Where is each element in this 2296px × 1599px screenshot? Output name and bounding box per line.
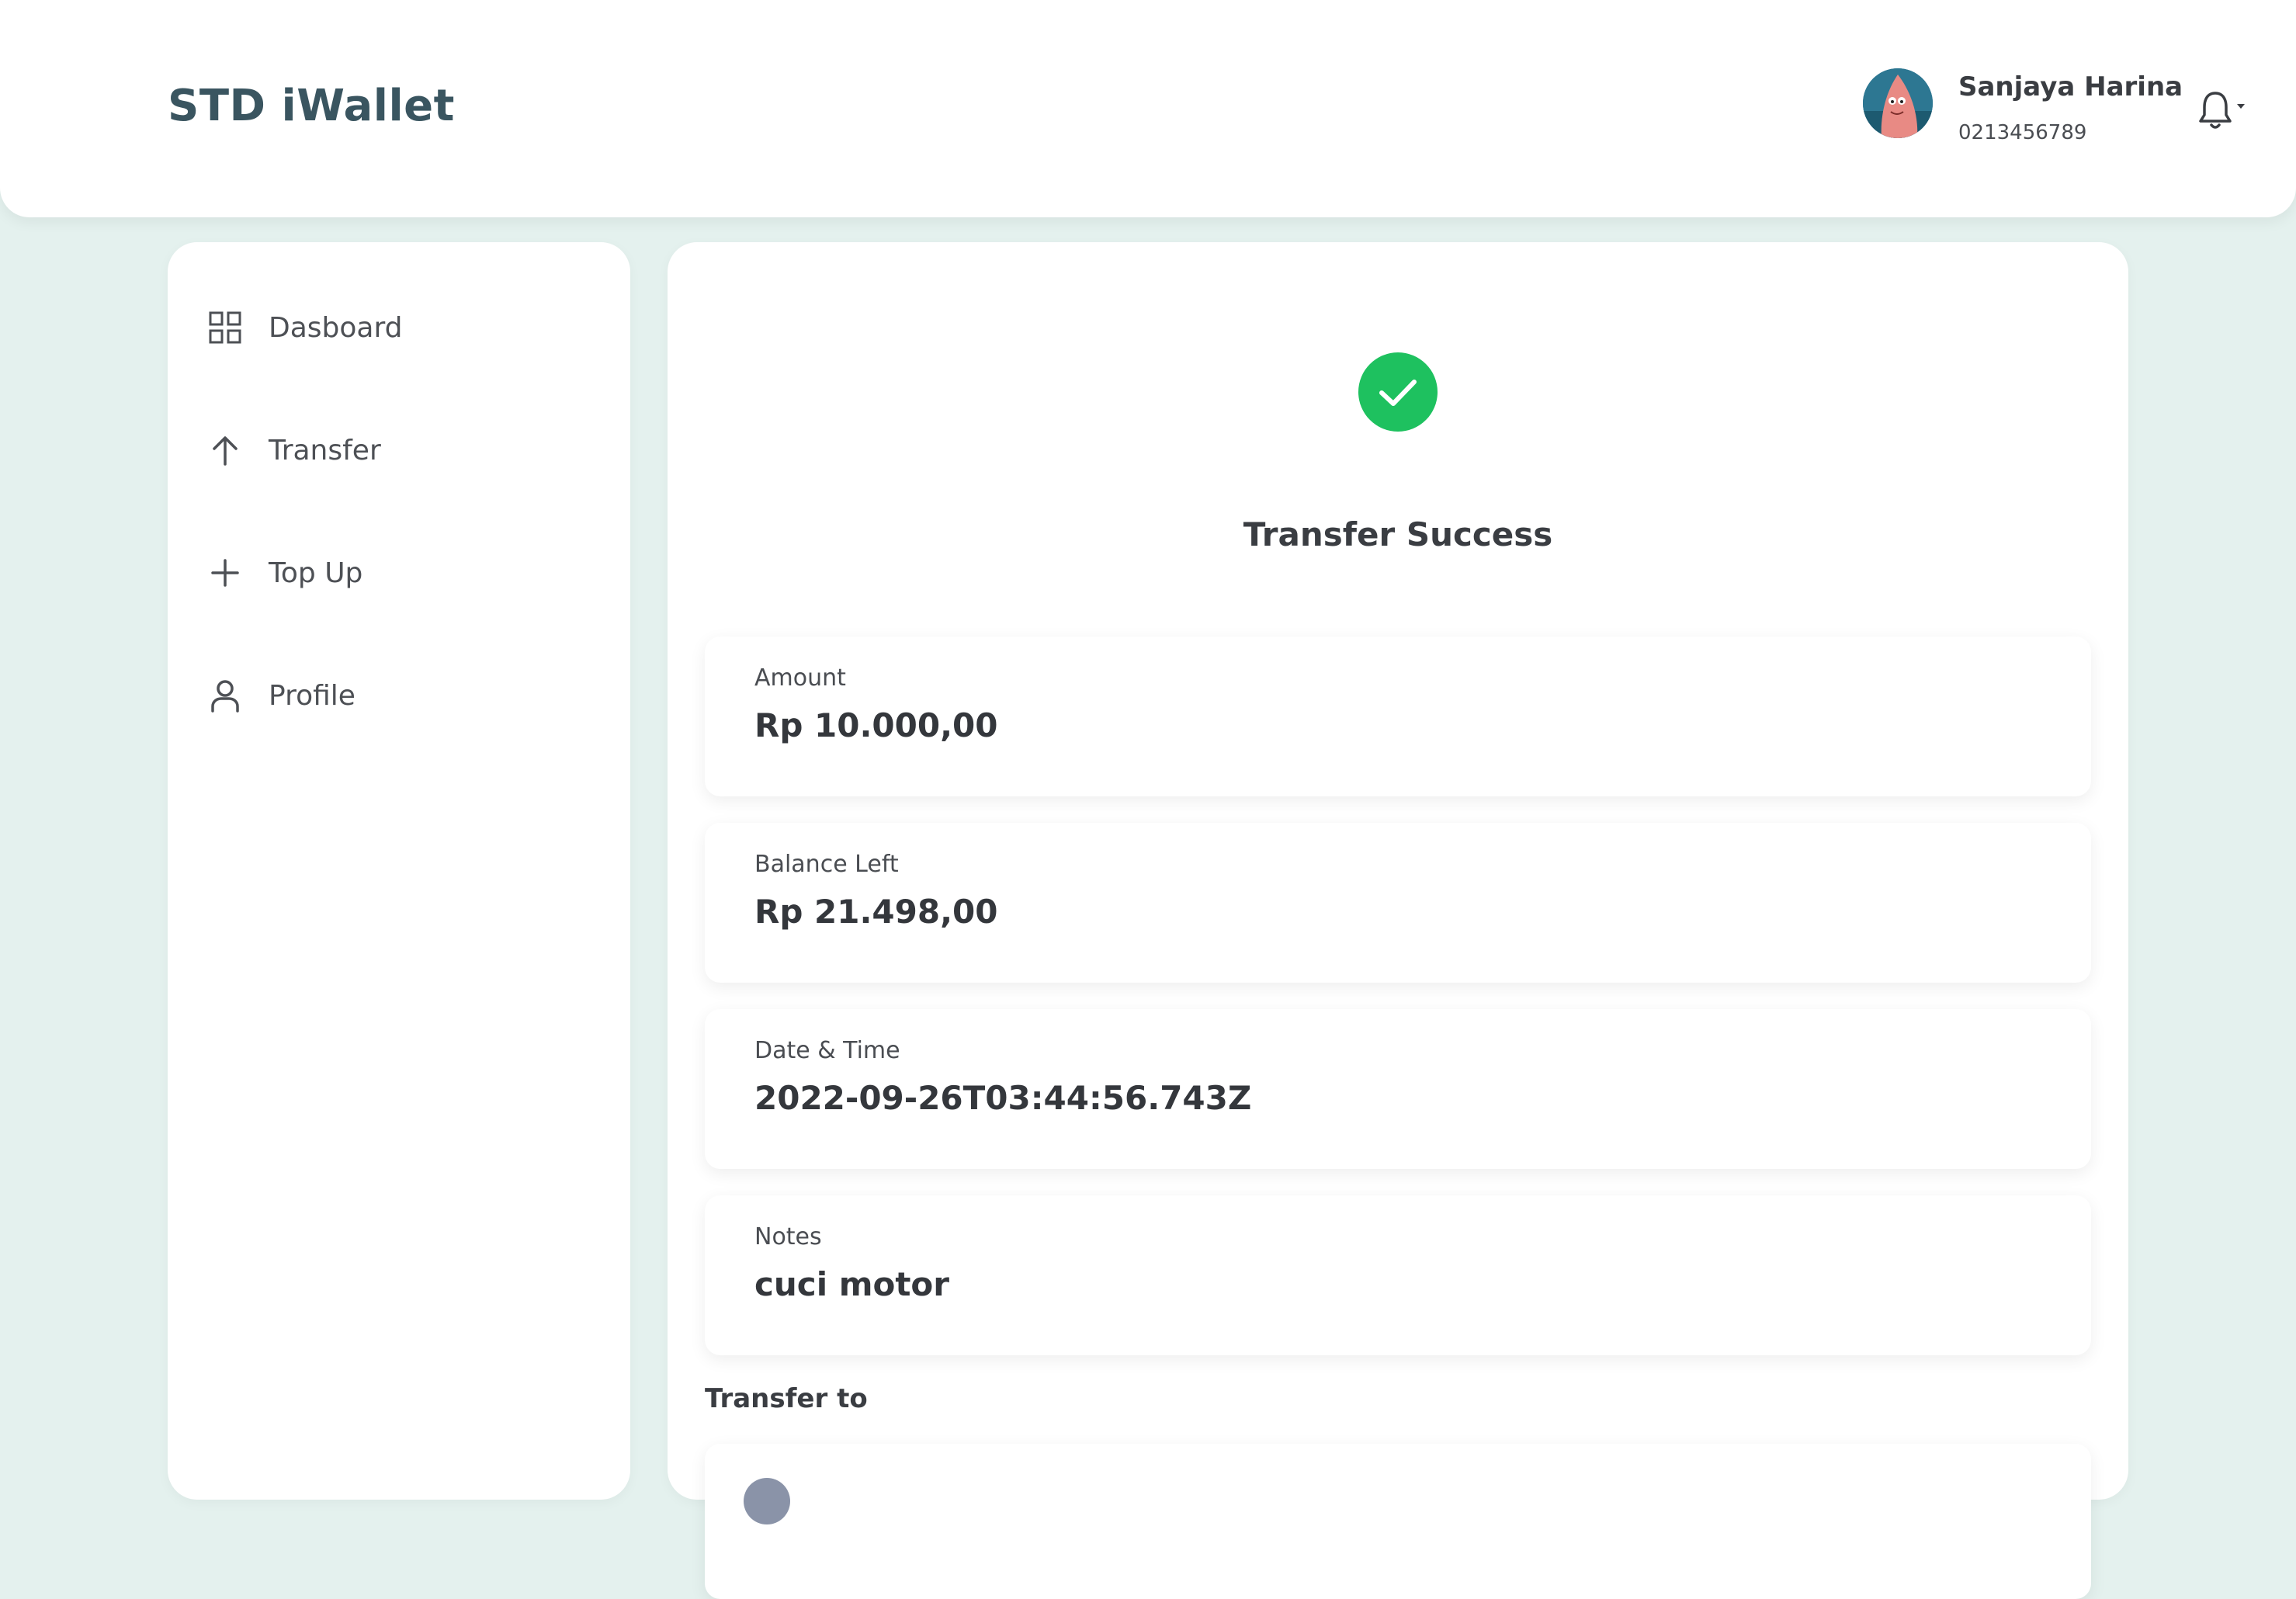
sidebar-item-transfer[interactable]: Transfer — [206, 427, 595, 473]
detail-label: Balance Left — [754, 851, 899, 878]
detail-label: Amount — [754, 664, 846, 692]
sidebar-item-dashboard[interactable]: Dasboard — [206, 304, 595, 351]
user-phone: 0213456789 — [1958, 121, 2087, 144]
page-title: Transfer Success — [1243, 515, 1553, 553]
recipient-card[interactable] — [705, 1444, 2091, 1599]
detail-card-notes: Notes cuci motor — [705, 1195, 2091, 1355]
sidebar-item-label: Transfer — [269, 434, 381, 467]
bell-icon — [2199, 92, 2245, 129]
section-heading: Transfer to — [705, 1383, 868, 1414]
detail-label: Notes — [754, 1223, 822, 1250]
detail-value: 2022-09-26T03:44:56.743Z — [754, 1079, 1252, 1117]
plus-icon — [211, 559, 239, 587]
detail-card-balance: Balance Left Rp 21.498,00 — [705, 823, 2091, 983]
user-name[interactable]: Sanjaya Harina — [1958, 71, 2183, 102]
grid-icon — [209, 311, 241, 344]
avatar[interactable] — [1863, 68, 1933, 138]
detail-value: Rp 21.498,00 — [754, 893, 998, 931]
sidebar-item-profile[interactable]: Profile — [206, 672, 595, 719]
user-icon — [211, 680, 239, 713]
sidebar-item-label: Dasboard — [269, 311, 403, 344]
detail-card-datetime: Date & Time 2022-09-26T03:44:56.743Z — [705, 1009, 2091, 1169]
main-panel: Transfer Success Amount Rp 10.000,00 Bal… — [668, 242, 2128, 1599]
detail-label: Date & Time — [754, 1037, 900, 1064]
notification-button[interactable] — [2197, 87, 2259, 134]
sidebar: Dasboard Transfer Top Up Profile — [168, 242, 630, 1500]
sidebar-item-label: Top Up — [269, 557, 363, 589]
check-circle-icon — [1358, 352, 1438, 432]
user-avatar-icon — [1863, 68, 1933, 138]
detail-card-amount: Amount Rp 10.000,00 — [705, 636, 2091, 796]
avatar — [744, 1478, 790, 1524]
detail-value: Rp 10.000,00 — [754, 706, 998, 744]
arrow-up-icon — [213, 436, 238, 466]
sidebar-item-label: Profile — [269, 679, 355, 712]
app-logo[interactable]: STD iWallet — [168, 81, 455, 131]
chevron-down-icon — [2237, 104, 2245, 109]
top-header: STD iWallet Sanjaya Harina 0213456789 — [0, 0, 2296, 217]
detail-value: cuci motor — [754, 1265, 949, 1303]
sidebar-item-top-up[interactable]: Top Up — [206, 550, 595, 596]
